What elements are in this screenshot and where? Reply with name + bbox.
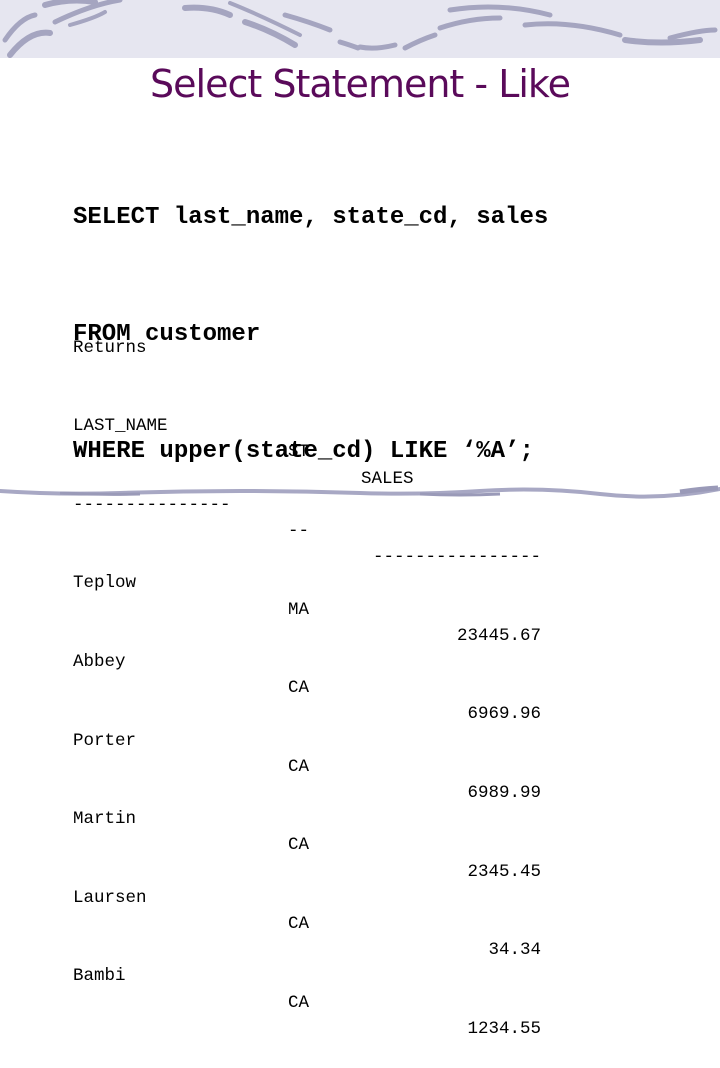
cell-st: CA	[288, 835, 310, 856]
table-row: Martin CA 2345.45	[73, 780, 541, 881]
cell-sales: 6989.99	[467, 782, 541, 803]
cell-sales: 2345.45	[467, 861, 541, 882]
cell-sales: 6969.96	[467, 704, 541, 725]
result-label: Returns	[73, 337, 147, 358]
cell-last-name: Martin	[73, 809, 137, 830]
cell-st: CA	[288, 992, 310, 1013]
cell-last-name: Teplow	[73, 573, 137, 594]
cell-st: CA	[288, 756, 310, 777]
cell-sales: 1234.55	[467, 1018, 541, 1039]
cell-st: CA	[288, 913, 310, 934]
cell-last-name: Bambi	[73, 966, 126, 987]
cell-sales: 23445.67	[456, 625, 541, 646]
table-row: Teplow MA 23445.67	[73, 544, 541, 645]
header-last-name: LAST_NAME	[73, 416, 168, 437]
cell-last-name: Laursen	[73, 887, 147, 908]
cell-sales: 34.34	[488, 940, 541, 961]
table-row: Bambi CA 1234.55	[73, 937, 541, 1038]
table-row: Abbey CA 6969.96	[73, 623, 541, 724]
table-row: Laursen CA 34.34	[73, 859, 541, 960]
sql-statement: SELECT last_name, state_cd, sales FROM c…	[73, 120, 548, 510]
footer-swoosh-icon	[0, 485, 720, 499]
cell-last-name: Porter	[73, 730, 137, 751]
cell-last-name: Abbey	[73, 651, 126, 672]
sql-line-select: SELECT last_name, state_cd, sales	[73, 204, 549, 231]
cell-st: MA	[288, 599, 310, 620]
query-result: Returns LAST_NAME ST SALES -------------…	[73, 256, 541, 1039]
separator-st: --	[288, 521, 310, 541]
table-row: Porter CA 6989.99	[73, 701, 541, 803]
result-label-row: Returns	[73, 308, 147, 358]
slide-title: Select Statement - Like	[150, 62, 571, 106]
header-st: ST	[288, 442, 310, 463]
cell-st: CA	[288, 678, 310, 699]
result-header-row: LAST_NAME ST SALES	[73, 387, 414, 488]
swoosh-decoration-icon	[2, 0, 718, 58]
header-decoration	[0, 0, 720, 58]
separator-sales: ----------------	[372, 547, 541, 568]
